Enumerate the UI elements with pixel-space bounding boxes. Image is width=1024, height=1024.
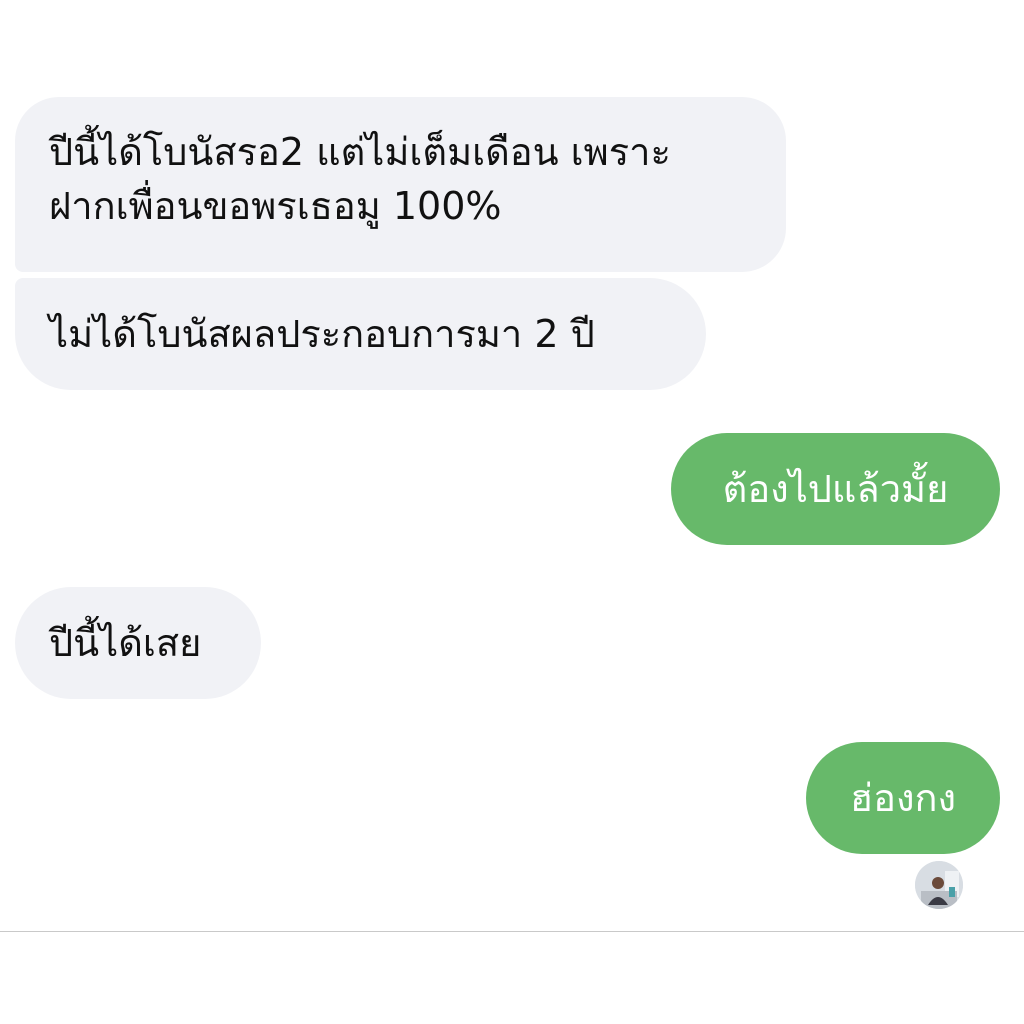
outgoing-message-bubble[interactable]: ต้องไปแล้วมั้ย xyxy=(671,433,1000,545)
message-text: ต้องไปแล้วมั้ย xyxy=(722,467,949,511)
message-text: ฮ่องกง xyxy=(849,776,957,820)
bottom-divider xyxy=(0,931,1024,932)
avatar-icon xyxy=(915,861,963,909)
incoming-message-bubble[interactable]: ปีนี้ได้เสย xyxy=(15,587,261,699)
message-text-line: ปีนี้ได้โบนัสรอ2 แต่ไม่เต็มเดือน เพราะ xyxy=(49,130,671,174)
message-text-line: ฝากเพื่อนขอพรเธอมู 100% xyxy=(49,184,502,228)
outgoing-message-bubble[interactable]: ฮ่องกง xyxy=(806,742,1000,854)
message-text: ปีนี้ได้เสย xyxy=(49,621,202,665)
read-receipt-avatar-icon[interactable] xyxy=(915,861,963,909)
message-text: ไม่ได้โบนัสผลประกอบการมา 2 ปี xyxy=(49,312,595,356)
incoming-message-bubble[interactable]: ปีนี้ได้โบนัสรอ2 แต่ไม่เต็มเดือน เพราะ ฝ… xyxy=(15,97,786,272)
incoming-message-bubble[interactable]: ไม่ได้โบนัสผลประกอบการมา 2 ปี xyxy=(15,278,706,390)
